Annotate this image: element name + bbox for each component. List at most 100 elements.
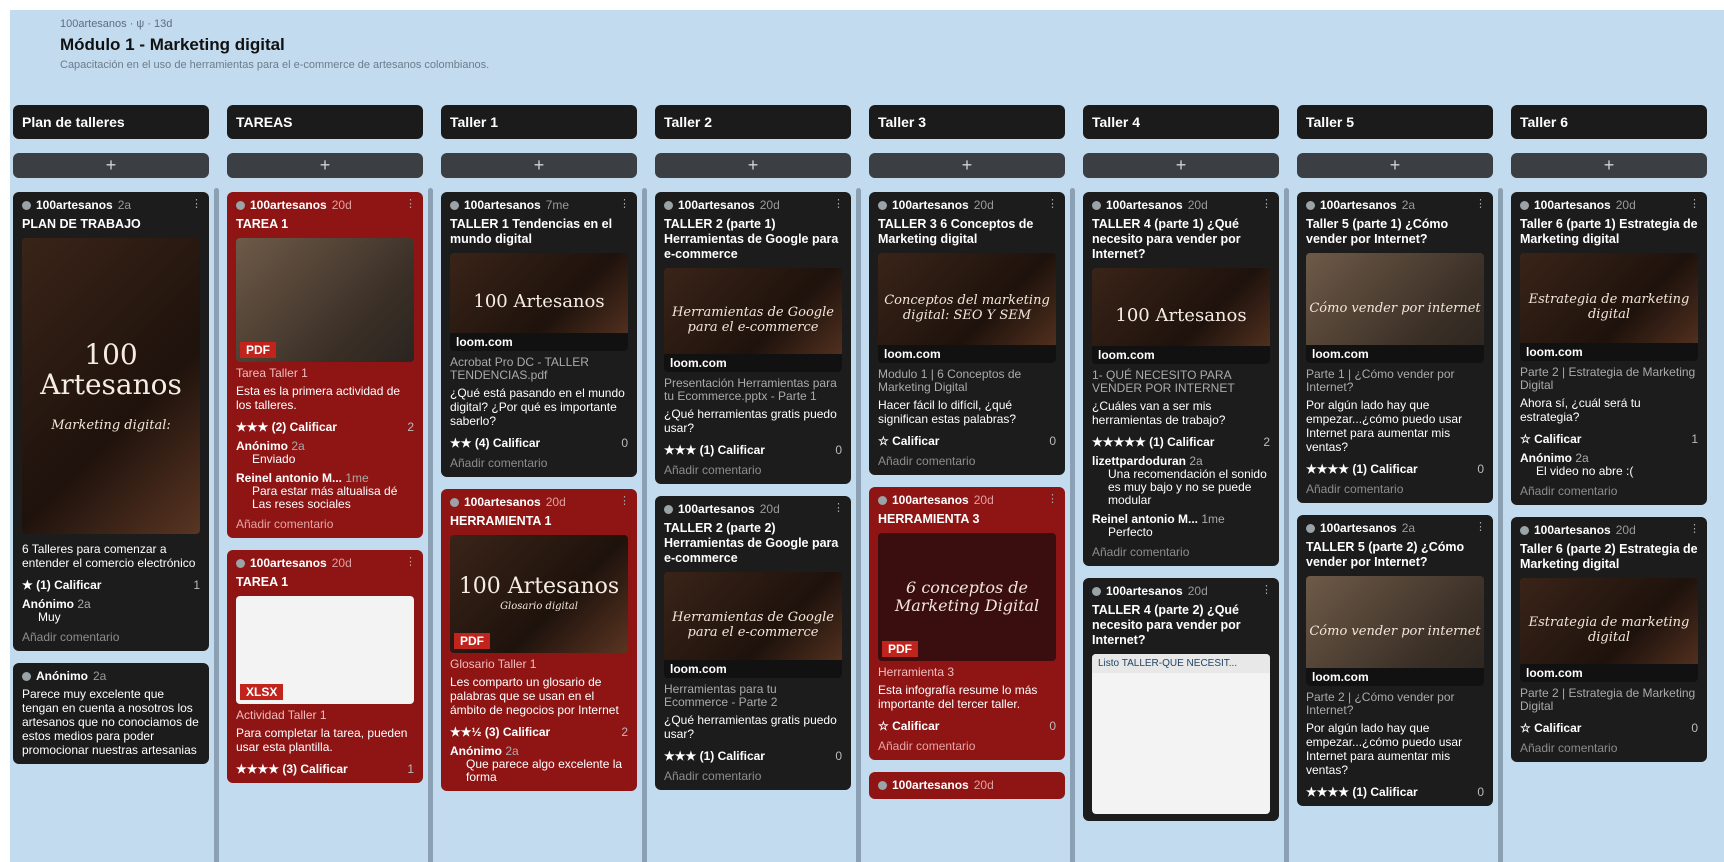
rating-control[interactable]: ★★★ (1) Calificar bbox=[664, 749, 765, 763]
post-card[interactable]: 100artesanos 20d ⋮ HERRAMIENTA 1 100 Arte… bbox=[441, 489, 637, 791]
post-image[interactable]: Herramientas de Google para el e-commerc… bbox=[664, 268, 842, 372]
rating-control[interactable]: ☆ Calificar bbox=[878, 434, 939, 448]
post-card[interactable]: 100artesanos 7me ⋮ TALLER 1 Tendencias en… bbox=[441, 192, 637, 477]
column-title[interactable]: Taller 5 bbox=[1297, 105, 1493, 139]
post-author: 100artesanos bbox=[1106, 584, 1183, 598]
add-post-button[interactable]: + bbox=[1511, 153, 1707, 178]
post-image[interactable]: 6 conceptos de Marketing Digital PDF bbox=[878, 533, 1056, 661]
post-image[interactable]: 100 Artesanos Glosario digital PDF bbox=[450, 535, 628, 653]
attachment-name: Parte 2 | Estrategia de Marketing Digita… bbox=[1520, 686, 1696, 713]
column-scrollbar[interactable] bbox=[1070, 188, 1075, 862]
add-comment-link[interactable]: Añadir comentario bbox=[450, 456, 628, 470]
column-scrollbar[interactable] bbox=[1498, 188, 1503, 862]
post-card[interactable]: 100artesanos 20d ⋮ Taller 6 (parte 1) Est… bbox=[1511, 192, 1707, 505]
post-image[interactable]: 100 Artesanos Marketing digital: bbox=[22, 238, 200, 534]
post-image[interactable]: Herramientas de Google para el e-commerc… bbox=[664, 572, 842, 678]
add-post-button[interactable]: + bbox=[1083, 153, 1279, 178]
more-options-icon[interactable]: ⋮ bbox=[1047, 197, 1058, 210]
column-scrollbar[interactable] bbox=[214, 188, 219, 862]
rating-control[interactable]: ☆ Calificar bbox=[1520, 432, 1581, 446]
more-options-icon[interactable]: ⋮ bbox=[833, 501, 844, 514]
post-card[interactable]: 100artesanos 20d ⋮ TALLER 4 (parte 2) ¿Qu… bbox=[1083, 578, 1279, 821]
add-comment-link[interactable]: Añadir comentario bbox=[664, 463, 842, 477]
rating-control[interactable]: ★ (1) Calificar bbox=[22, 578, 101, 592]
add-comment-link[interactable]: Añadir comentario bbox=[1520, 741, 1698, 755]
post-image[interactable]: Conceptos del marketing digital: SEO Y S… bbox=[878, 253, 1056, 363]
column-scrollbar[interactable] bbox=[1284, 188, 1289, 862]
rating-control[interactable]: ★★★★ (1) Calificar bbox=[1306, 462, 1418, 476]
post-image[interactable]: Estrategia de marketing digital loom.com bbox=[1520, 578, 1698, 682]
add-post-button[interactable]: + bbox=[1297, 153, 1493, 178]
column-title[interactable]: Taller 2 bbox=[655, 105, 851, 139]
more-options-icon[interactable]: ⋮ bbox=[1047, 492, 1058, 505]
more-options-icon[interactable]: ⋮ bbox=[1475, 520, 1486, 533]
post-card[interactable]: 100artesanos 20d ⋮ TAREA 1 PDF Tarea Tall… bbox=[227, 192, 423, 538]
add-comment-link[interactable]: Añadir comentario bbox=[1306, 482, 1484, 496]
post-card[interactable]: 100artesanos 2a ⋮ PLAN DE TRABAJO 100 Art… bbox=[13, 192, 209, 651]
post-card[interactable]: 100artesanos 20d bbox=[869, 772, 1065, 799]
post-card[interactable]: 100artesanos 2a ⋮ TALLER 5 (parte 2) ¿Cóm… bbox=[1297, 515, 1493, 806]
more-options-icon[interactable]: ⋮ bbox=[1475, 197, 1486, 210]
add-post-button[interactable]: + bbox=[13, 153, 209, 178]
rating-control[interactable]: ☆ Calificar bbox=[1520, 721, 1581, 735]
post-image[interactable]: 100 Artesanos loom.com bbox=[450, 253, 628, 351]
add-comment-link[interactable]: Añadir comentario bbox=[22, 630, 200, 644]
rating-control[interactable]: ★★½ (3) Calificar bbox=[450, 725, 550, 739]
rating-control[interactable]: ★★★★★ (1) Calificar bbox=[1092, 435, 1214, 449]
add-post-button[interactable]: + bbox=[227, 153, 423, 178]
more-options-icon[interactable]: ⋮ bbox=[1689, 197, 1700, 210]
more-options-icon[interactable]: ⋮ bbox=[619, 197, 630, 210]
more-options-icon[interactable]: ⋮ bbox=[405, 197, 416, 210]
more-options-icon[interactable]: ⋮ bbox=[619, 494, 630, 507]
add-post-button[interactable]: + bbox=[869, 153, 1065, 178]
post-card[interactable]: 100artesanos 20d ⋮ TALLER 2 (parte 1) Her… bbox=[655, 192, 851, 484]
more-options-icon[interactable]: ⋮ bbox=[1261, 583, 1272, 596]
rating-control[interactable]: ★★ (4) Calificar bbox=[450, 436, 540, 450]
attachment-name: Herramientas para tu Ecommerce - Parte 2 bbox=[664, 682, 778, 709]
rating-control[interactable]: ☆ Calificar bbox=[878, 719, 939, 733]
column-title[interactable]: Taller 1 bbox=[441, 105, 637, 139]
column-title[interactable]: Taller 6 bbox=[1511, 105, 1707, 139]
rating-control[interactable]: ★★★★ (1) Calificar bbox=[1306, 785, 1418, 799]
rating-control[interactable]: ★★★ (2) Calificar bbox=[236, 420, 337, 434]
rating-control[interactable]: ★★★ (1) Calificar bbox=[664, 443, 765, 457]
column-title[interactable]: Plan de talleres bbox=[13, 105, 209, 139]
post-image[interactable]: Listo TALLER-QUE NECESIT... bbox=[1092, 654, 1270, 814]
post-card[interactable]: 100artesanos 20d ⋮ TALLER 2 (parte 2) Her… bbox=[655, 496, 851, 790]
more-options-icon[interactable]: ⋮ bbox=[833, 197, 844, 210]
add-comment-link[interactable]: Añadir comentario bbox=[664, 769, 842, 783]
column-scrollbar[interactable] bbox=[642, 188, 647, 862]
more-options-icon[interactable]: ⋮ bbox=[1261, 197, 1272, 210]
add-post-button[interactable]: + bbox=[441, 153, 637, 178]
post-body: ¿Qué herramientas gratis puedo usar? bbox=[664, 407, 837, 435]
add-comment-link[interactable]: Añadir comentario bbox=[1092, 545, 1270, 559]
more-options-icon[interactable]: ⋮ bbox=[1689, 522, 1700, 535]
post-image[interactable]: Cómo vender por internet loom.com bbox=[1306, 576, 1484, 686]
column-title[interactable]: Taller 3 bbox=[869, 105, 1065, 139]
column-title[interactable]: Taller 4 bbox=[1083, 105, 1279, 139]
post-card[interactable]: 100artesanos 20d ⋮ Taller 6 (parte 2) Est… bbox=[1511, 517, 1707, 762]
more-options-icon[interactable]: ⋮ bbox=[191, 197, 202, 210]
more-options-icon[interactable]: ⋮ bbox=[405, 555, 416, 568]
column-scrollbar[interactable] bbox=[428, 188, 433, 862]
add-comment-link[interactable]: Añadir comentario bbox=[1520, 484, 1698, 498]
add-post-button[interactable]: + bbox=[655, 153, 851, 178]
post-image[interactable]: 100 Artesanos loom.com bbox=[1092, 268, 1270, 364]
add-comment-link[interactable]: Añadir comentario bbox=[878, 739, 1056, 753]
add-comment-link[interactable]: Añadir comentario bbox=[236, 517, 414, 531]
post-image[interactable]: Cómo vender por internet loom.com bbox=[1306, 253, 1484, 363]
add-comment-link[interactable]: Añadir comentario bbox=[878, 454, 1056, 468]
post-image[interactable]: XLSX bbox=[236, 596, 414, 704]
post-card[interactable]: Anónimo 2a Parece muy excelente que tenga… bbox=[13, 663, 209, 764]
attachment-name: Presentación Herramientas para tu Ecomme… bbox=[664, 376, 837, 403]
post-card[interactable]: 100artesanos 20d ⋮ TALLER 4 (parte 1) ¿Qu… bbox=[1083, 192, 1279, 566]
column-title[interactable]: TAREAS bbox=[227, 105, 423, 139]
post-card[interactable]: 100artesanos 20d ⋮ TALLER 3 6 Conceptos d… bbox=[869, 192, 1065, 475]
post-card[interactable]: 100artesanos 20d ⋮ TAREA 1 XLSX Actividad… bbox=[227, 550, 423, 783]
post-card[interactable]: 100artesanos 2a ⋮ Taller 5 (parte 1) ¿Cóm… bbox=[1297, 192, 1493, 503]
post-image[interactable]: PDF bbox=[236, 238, 414, 362]
column-scrollbar[interactable] bbox=[856, 188, 861, 862]
rating-control[interactable]: ★★★★ (3) Calificar bbox=[236, 762, 348, 776]
post-image[interactable]: Estrategia de marketing digital loom.com bbox=[1520, 253, 1698, 361]
post-card[interactable]: 100artesanos 20d ⋮ HERRAMIENTA 3 6 concep… bbox=[869, 487, 1065, 760]
